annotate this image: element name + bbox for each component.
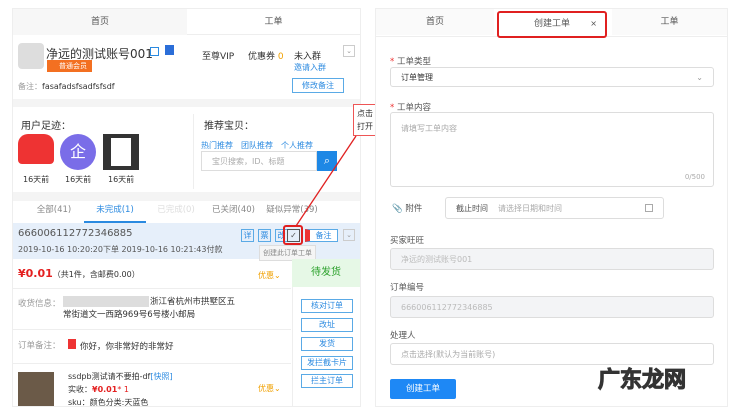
order-number-input: 666006112772346885 [390, 296, 714, 318]
type-label: 工单类型 [396, 57, 431, 67]
create-ticket-panel: 首页 创建工单 × 工单 * 工单类型 订单管理 ⌄ * 工单内容 请填写工单内容 0… [375, 8, 728, 407]
close-icon[interactable]: × [590, 13, 597, 35]
paperclip-icon: 📎 [392, 204, 403, 214]
char-counter: 0/500 [684, 173, 705, 181]
ticket-content-textarea[interactable]: 请填写工单内容 0/500 [390, 112, 714, 187]
tab-create-ticket[interactable]: 创建工单 × [497, 11, 607, 38]
tab-home[interactable]: 首页 [376, 9, 494, 35]
tab-ticket[interactable]: 工单 [612, 9, 727, 35]
watermark: 广东龙网 [597, 368, 687, 394]
create-ticket-button[interactable]: 创建工单 [390, 379, 456, 399]
attachment-button[interactable]: 📎 附件 [392, 202, 422, 214]
calendar-icon [645, 204, 653, 212]
buyer-input: 净远的测试账号001 [390, 248, 714, 270]
ticket-type-select[interactable]: 订单管理 ⌄ [390, 67, 714, 87]
handler-label: 处理人 [390, 331, 416, 341]
order-number-label: 订单编号 [390, 283, 425, 293]
chevron-down-icon: ⌄ [696, 72, 703, 82]
deadline-input[interactable]: 截止时间 请选择日期和时间 [445, 197, 664, 219]
buyer-label: 买家旺旺 [390, 236, 425, 246]
